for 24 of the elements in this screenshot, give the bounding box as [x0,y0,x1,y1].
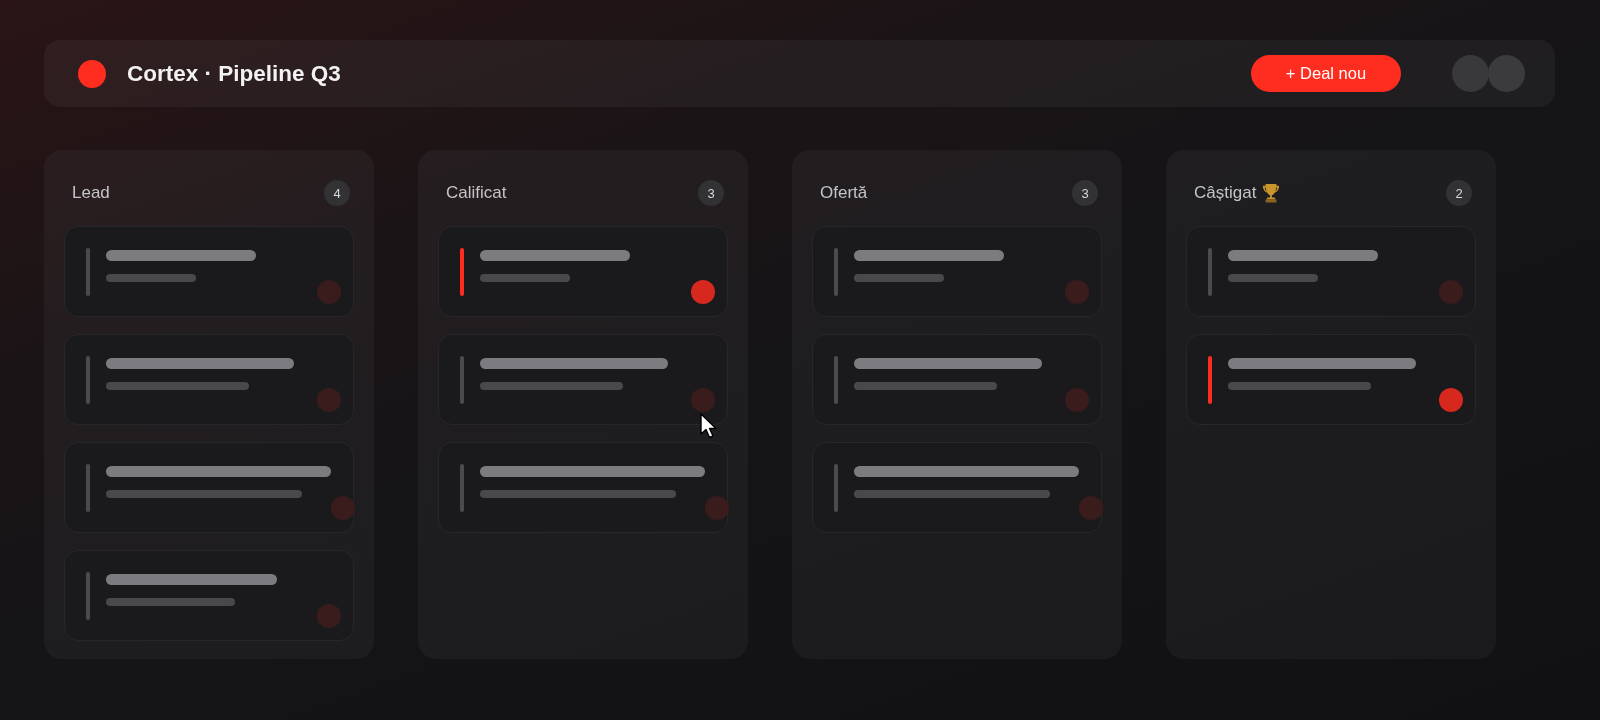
logo-dot-icon [78,59,106,88]
deal-card[interactable] [438,442,728,533]
count-badge: 3 [698,180,724,206]
deal-card[interactable] [812,442,1102,533]
deal-card[interactable] [64,226,354,317]
app-title: Cortex · Pipeline Q3 [127,60,341,87]
deal-card[interactable] [64,334,354,425]
new-deal-button[interactable]: + Deal nou [1251,55,1401,92]
deal-card[interactable] [812,226,1102,317]
deal-card[interactable] [438,334,728,425]
column-title: Ofertă [820,183,868,203]
count-badge: 4 [324,180,350,206]
deal-card[interactable] [64,550,354,641]
deal-card[interactable] [1186,334,1476,425]
column-title: Calificat [446,183,507,203]
column-title: Câștigat [1194,183,1257,203]
count-badge: 2 [1446,180,1472,206]
count-badge: 3 [1072,180,1098,206]
deal-card[interactable] [1186,226,1476,317]
column-title: Lead [72,183,110,203]
deal-card[interactable] [64,442,354,533]
deal-card[interactable] [438,226,728,317]
cursor-icon [700,413,720,439]
deal-card[interactable] [812,334,1102,425]
